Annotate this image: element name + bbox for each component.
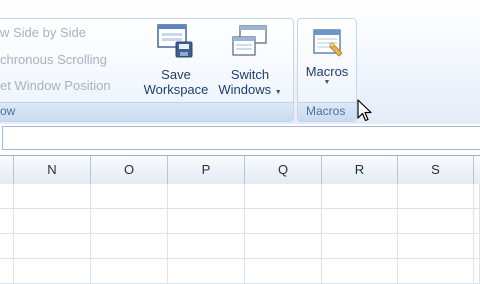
reset-window-position-button[interactable]: et Window Position (0, 78, 111, 93)
cell[interactable] (322, 184, 398, 209)
column-header-n[interactable]: N (14, 156, 91, 184)
cell[interactable] (0, 209, 14, 234)
macros-group-label: Macros (306, 104, 346, 118)
cell[interactable] (245, 234, 322, 259)
cell[interactable] (245, 259, 322, 284)
switch-windows-label-line1: Switch (230, 67, 270, 82)
view-side-by-side-button[interactable]: w Side by Side (0, 25, 86, 40)
column-header-q[interactable]: Q (245, 156, 322, 184)
cell[interactable] (14, 234, 91, 259)
switch-windows-icon (232, 25, 267, 56)
window-group: w Side by Side chronous Scrolling et Win… (0, 18, 294, 122)
switch-windows-button[interactable]: Switch Windows ▼ (214, 22, 286, 100)
chevron-down-icon: ▼ (323, 79, 331, 86)
cell[interactable] (398, 234, 474, 259)
cell[interactable] (474, 209, 480, 234)
cell[interactable] (245, 184, 322, 209)
cell[interactable] (168, 209, 245, 234)
cell[interactable] (91, 209, 168, 234)
cell[interactable] (14, 209, 91, 234)
cell[interactable] (245, 209, 322, 234)
column-header-partial[interactable] (0, 156, 14, 184)
cell[interactable] (398, 209, 474, 234)
macros-group: Macros ▼ Macros (297, 18, 357, 122)
column-header-p[interactable]: P (168, 156, 245, 184)
cell[interactable] (168, 184, 245, 209)
formula-input[interactable] (2, 126, 480, 150)
window-group-label: ow (0, 104, 16, 118)
column-header-row: N O P Q R S (0, 155, 480, 185)
cell[interactable] (91, 259, 168, 284)
cell[interactable] (398, 184, 474, 209)
cell[interactable] (0, 184, 14, 209)
mouse-pointer-icon (357, 99, 372, 122)
column-header-partial[interactable] (474, 156, 480, 184)
column-header-s[interactable]: S (398, 156, 474, 184)
cell[interactable] (0, 234, 14, 259)
macros-icon (313, 29, 343, 57)
cell[interactable] (0, 259, 14, 284)
save-workspace-label-line1: Save (161, 67, 191, 82)
cell[interactable] (91, 184, 168, 209)
cell[interactable] (14, 259, 91, 284)
chevron-down-icon: ▼ (274, 89, 282, 96)
cell[interactable] (91, 234, 168, 259)
cell[interactable] (168, 259, 245, 284)
cell[interactable] (168, 234, 245, 259)
save-workspace-label-line2: Workspace (143, 82, 209, 97)
ribbon: w Side by Side chronous Scrolling et Win… (0, 0, 480, 124)
save-workspace-button[interactable]: Save Workspace (140, 22, 212, 97)
macros-button-label: Macros (305, 64, 349, 79)
cell[interactable] (474, 184, 480, 209)
cell[interactable] (398, 259, 474, 284)
macros-button[interactable]: Macros ▼ (298, 27, 356, 86)
cell[interactable] (14, 184, 91, 209)
cell[interactable] (322, 209, 398, 234)
synchronous-scrolling-button[interactable]: chronous Scrolling (0, 52, 107, 67)
cell[interactable] (322, 259, 398, 284)
cell[interactable] (322, 234, 398, 259)
formula-bar (0, 124, 480, 152)
cell[interactable] (474, 259, 480, 284)
save-workspace-icon (157, 24, 193, 58)
macros-group-label-bar: Macros (298, 102, 356, 121)
cell[interactable] (474, 234, 480, 259)
switch-windows-label-line2: Windows ▼ (218, 82, 282, 97)
window-group-label-bar: ow (0, 102, 293, 121)
column-header-r[interactable]: R (322, 156, 398, 184)
column-header-o[interactable]: O (91, 156, 168, 184)
cell-grid (0, 184, 480, 284)
